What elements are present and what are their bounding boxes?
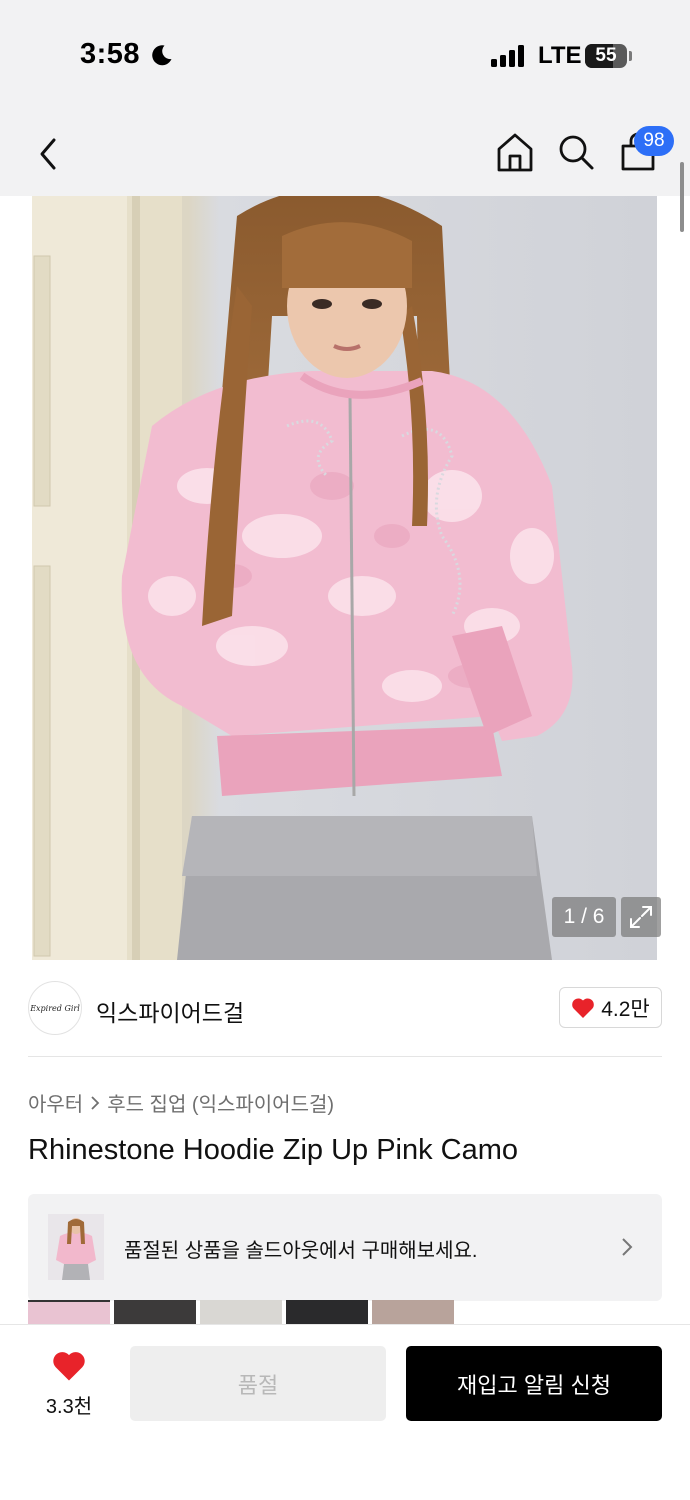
- soldout-thumbnail: [48, 1214, 104, 1280]
- back-button[interactable]: [24, 130, 72, 178]
- related-thumbnail-strip: [28, 1300, 458, 1324]
- chevron-left-icon: [40, 138, 56, 170]
- search-button[interactable]: [552, 128, 600, 176]
- product-image[interactable]: [32, 196, 657, 960]
- moon-icon: [152, 45, 172, 66]
- thumbnail[interactable]: [28, 1300, 110, 1324]
- expand-button[interactable]: [621, 897, 661, 937]
- product-photo: [32, 196, 657, 960]
- status-time: 3:58: [80, 38, 141, 70]
- thumbnail[interactable]: [372, 1300, 454, 1324]
- brand-logo[interactable]: Expired Girl: [28, 981, 82, 1035]
- expand-icon: [630, 906, 652, 928]
- restock-alert-button[interactable]: 재입고 알림 신청: [406, 1346, 662, 1421]
- home-button[interactable]: [491, 128, 539, 176]
- bottom-bar-divider: [0, 1324, 690, 1325]
- divider: [28, 1056, 662, 1057]
- home-icon: [497, 133, 533, 172]
- cart-count-badge: 98: [634, 126, 674, 156]
- heart-icon: [572, 997, 595, 1018]
- breadcrumb-subcategory[interactable]: 후드 집업 (익스파이어드걸): [107, 1088, 334, 1117]
- brand-like-button[interactable]: 4.2만: [559, 987, 662, 1028]
- signal-icon: [491, 45, 525, 67]
- brand-like-count: 4.2만: [601, 997, 650, 1021]
- thumbnail[interactable]: [200, 1300, 282, 1324]
- product-like-button[interactable]: 3.3천: [36, 1348, 102, 1418]
- soldout-banner-text: 품절된 상품을 솔드아웃에서 구매해보세요.: [124, 1240, 478, 1262]
- chevron-right-icon: [622, 1238, 633, 1256]
- product-title: Rhinestone Hoodie Zip Up Pink Camo: [28, 1134, 519, 1166]
- brand-name[interactable]: 익스파이어드걸: [96, 994, 244, 1028]
- network-label: LTE: [538, 42, 582, 69]
- thumbnail[interactable]: [114, 1300, 196, 1324]
- breadcrumb: 아우터 후드 집업 (익스파이어드걸): [28, 1088, 334, 1117]
- scroll-indicator: [680, 162, 684, 232]
- soldout-button[interactable]: 품절: [130, 1346, 386, 1421]
- product-like-count: 3.3천: [45, 1396, 93, 1418]
- soldout-banner[interactable]: 품절된 상품을 솔드아웃에서 구매해보세요.: [28, 1194, 662, 1301]
- image-counter: 1 / 6: [552, 897, 616, 937]
- battery-level: 55: [595, 45, 617, 66]
- thumbnail[interactable]: [286, 1300, 368, 1324]
- search-icon: [559, 135, 594, 170]
- breadcrumb-category[interactable]: 아우터: [28, 1088, 83, 1117]
- battery-icon: 55: [585, 44, 627, 68]
- heart-icon: [53, 1352, 85, 1381]
- chevron-right-icon: [91, 1095, 100, 1110]
